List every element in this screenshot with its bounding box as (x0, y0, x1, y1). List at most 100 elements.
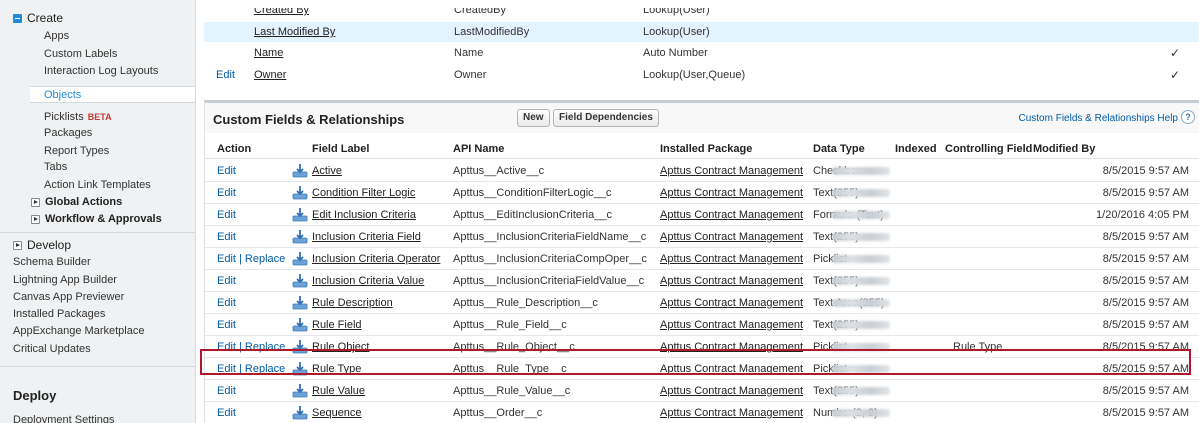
sidebar-item-critical-updates[interactable]: Critical Updates (13, 343, 91, 355)
global-actions-label: Global Actions (45, 196, 123, 208)
table-row: Edit Active Apttus__Active__c Apttus Contra… (205, 160, 1199, 182)
field-label-link[interactable]: Inclusion Criteria Operator (312, 253, 440, 265)
table-row: Edit Condition Filter Logic Apttus__Condit… (205, 182, 1199, 204)
installed-package-icon (292, 274, 308, 288)
row-action-links[interactable]: Edit (217, 209, 236, 221)
field-label-link[interactable]: Condition Filter Logic (312, 187, 415, 199)
sidebar-divider (0, 232, 195, 233)
installed-package-link[interactable]: Apttus Contract Management (660, 319, 803, 331)
api-name: Apttus__InclusionCriteriaCompOper__c (453, 253, 647, 265)
modified-date: 8/5/2015 9:57 AM (1102, 165, 1189, 177)
sidebar-item-tabs[interactable]: Tabs (44, 161, 67, 173)
field-label-link[interactable]: Sequence (312, 407, 362, 419)
develop-section-toggle[interactable]: Develop (13, 238, 71, 252)
sidebar-item-deployment-settings[interactable]: Deployment Settings (13, 414, 115, 423)
setup-sidebar: Create Apps Custom Labels Interaction Lo… (0, 0, 196, 423)
redacted-user-name (832, 255, 890, 263)
installed-package-link[interactable]: Apttus Contract Management (660, 187, 803, 199)
installed-package-link[interactable]: Apttus Contract Management (660, 275, 803, 287)
field-label-link[interactable]: Active (312, 165, 342, 177)
deploy-section-label: Deploy (13, 388, 57, 403)
sidebar-item-interaction-log-layouts[interactable]: Interaction Log Layouts (44, 65, 158, 77)
field-label-link[interactable]: Inclusion Criteria Value (312, 275, 424, 287)
redacted-user-name (832, 409, 890, 417)
sidebar-item-installed-packages[interactable]: Installed Packages (13, 308, 105, 320)
sidebar-item-report-types[interactable]: Report Types (44, 145, 109, 157)
sidebar-item-canvas-app-previewer[interactable]: Canvas App Previewer (13, 291, 124, 303)
row-action-links[interactable]: Edit | Replace (217, 253, 285, 265)
redacted-user-name (832, 189, 890, 197)
field-label-link[interactable]: Created By (254, 8, 309, 16)
installed-package-link[interactable]: Apttus Contract Management (660, 231, 803, 243)
modified-date: 8/5/2015 9:57 AM (1102, 231, 1189, 243)
sidebar-item-objects-selected[interactable]: Objects (30, 86, 195, 103)
col-data-type: Data Type (813, 143, 865, 155)
installed-package-link[interactable]: Apttus Contract Management (660, 165, 803, 177)
table-row: Edit Rule Description Apttus__Rule_Descrip… (205, 292, 1199, 314)
panel-title: Custom Fields & Relationships (213, 112, 405, 127)
sidebar-item-apps[interactable]: Apps (44, 30, 69, 42)
api-name: Apttus__Rule_Field__c (453, 319, 567, 331)
help-link[interactable]: Custom Fields & Relationships Help (1018, 113, 1178, 124)
api-name: Apttus__InclusionCriteriaFieldValue__c (453, 275, 645, 287)
installed-package-link[interactable]: Apttus Contract Management (660, 385, 803, 397)
sidebar-item-appexchange-marketplace[interactable]: AppExchange Marketplace (13, 325, 144, 337)
api-name: Apttus__InclusionCriteriaFieldName__c (453, 231, 647, 243)
modified-date: 1/20/2016 4:05 PM (1096, 209, 1189, 221)
row-action-links[interactable]: Edit (217, 385, 236, 397)
installed-package-link[interactable]: Apttus Contract Management (660, 253, 803, 265)
col-controlling-field: Controlling Field (945, 143, 1033, 155)
sidebar-item-objects-label: Objects (44, 89, 82, 101)
field-label-link[interactable]: Rule Value (312, 385, 365, 397)
workflow-approvals-toggle[interactable]: Workflow & Approvals (31, 213, 162, 225)
field-label-link[interactable]: Rule Description (312, 297, 393, 309)
row-action-links[interactable]: Edit (217, 275, 236, 287)
sidebar-item-packages[interactable]: Packages (44, 127, 92, 139)
field-dependencies-button[interactable]: Field Dependencies (553, 109, 659, 127)
new-button[interactable]: New (517, 109, 550, 127)
field-label-link[interactable]: Rule Field (312, 319, 362, 331)
sidebar-item-lightning-app-builder[interactable]: Lightning App Builder (13, 274, 117, 286)
data-type: Lookup(User) (643, 4, 710, 16)
installed-package-icon (292, 164, 308, 178)
expand-square-icon[interactable] (31, 214, 40, 224)
installed-package-link[interactable]: Apttus Contract Management (660, 297, 803, 309)
table-row: Edit Rule Value Apttus__Rule_Value__c Apttu… (205, 380, 1199, 402)
sidebar-item-picklists[interactable]: Picklists BETA (44, 111, 112, 123)
row-action-links[interactable]: Edit (217, 407, 236, 419)
edit-link[interactable]: Edit (216, 69, 235, 81)
field-label-link[interactable]: Edit Inclusion Criteria (312, 209, 416, 221)
row-action-links[interactable]: Edit (217, 165, 236, 177)
expand-square-icon[interactable] (13, 240, 22, 250)
table-row: Edit Edit Inclusion Criteria Apttus__EditI… (205, 204, 1199, 226)
installed-package-link[interactable]: Apttus Contract Management (660, 407, 803, 419)
sidebar-item-action-link-templates[interactable]: Action Link Templates (44, 179, 151, 191)
modified-date: 8/5/2015 9:57 AM (1102, 319, 1189, 331)
row-action-links[interactable]: Edit (217, 319, 236, 331)
table-header: Action Field Label API Name Installed Pa… (205, 139, 1199, 159)
help-icon[interactable]: ? (1181, 110, 1195, 124)
row-action-links[interactable]: Edit (217, 187, 236, 199)
field-label-link[interactable]: Last Modified By (254, 26, 335, 38)
table-row: Edit Sequence Apttus__Order__c Apttus Contr… (205, 402, 1199, 423)
workflow-approvals-label: Workflow & Approvals (45, 213, 162, 225)
create-section-toggle[interactable]: Create (13, 11, 63, 25)
row-action-links[interactable]: Edit (217, 297, 236, 309)
sidebar-item-schema-builder[interactable]: Schema Builder (13, 256, 91, 268)
sidebar-item-custom-labels[interactable]: Custom Labels (44, 48, 117, 60)
collapse-square-icon[interactable] (13, 13, 22, 23)
api-name: LastModifiedBy (454, 26, 530, 38)
data-type: Lookup(User,Queue) (643, 69, 746, 81)
installed-package-icon (292, 252, 308, 266)
field-label-link[interactable]: Inclusion Criteria Field (312, 231, 421, 243)
row-action-links[interactable]: Edit (217, 231, 236, 243)
expand-square-icon[interactable] (31, 197, 40, 207)
api-name: Apttus__ConditionFilterLogic__c (453, 187, 612, 199)
redacted-user-name (832, 321, 890, 329)
field-label-link[interactable]: Name (254, 47, 283, 59)
field-label-link[interactable]: Owner (254, 69, 286, 81)
installed-package-icon (292, 318, 308, 332)
modified-date: 8/5/2015 9:57 AM (1102, 407, 1189, 419)
global-actions-toggle[interactable]: Global Actions (31, 196, 122, 208)
installed-package-link[interactable]: Apttus Contract Management (660, 209, 803, 221)
